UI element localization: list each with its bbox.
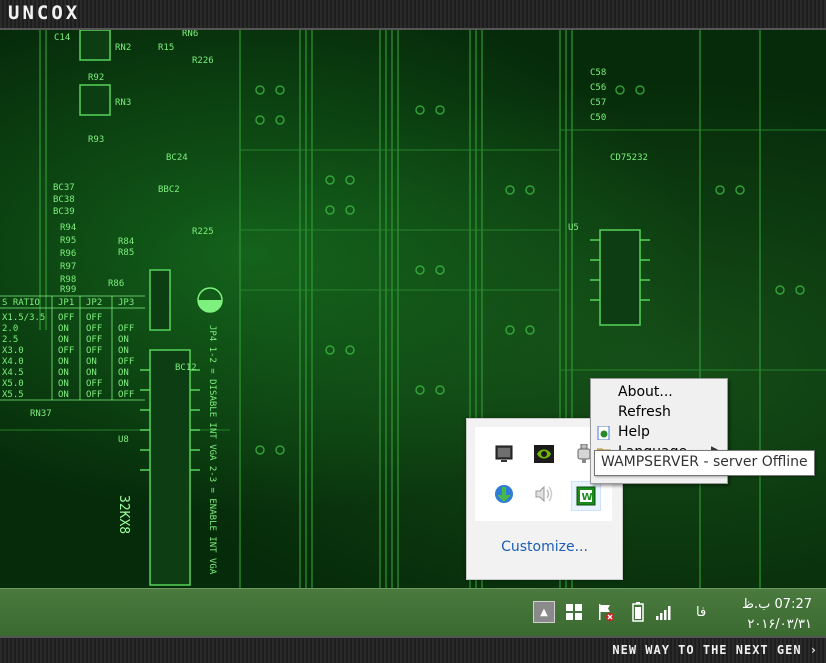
wp-label: R226 [192, 56, 214, 66]
download-manager-icon[interactable] [493, 483, 515, 505]
jumper-table-cell: OFF [86, 390, 102, 400]
wp-label: C56 [590, 83, 606, 93]
jumper-table-cell: ON [58, 368, 69, 378]
wp-label: U5 [568, 223, 579, 233]
jumper-table-cell: ON [86, 357, 97, 367]
wp-label: R99 [60, 285, 76, 295]
wp-label: BC39 [53, 207, 75, 217]
wp-label: C58 [590, 68, 606, 78]
wp-label: R94 [60, 223, 76, 233]
wp-label: R93 [88, 135, 104, 145]
wp-label: BC24 [166, 153, 188, 163]
wp-label: R97 [60, 262, 76, 272]
jumper-table-cell: X5.5 [2, 390, 24, 400]
jumper-table-cell: ON [58, 324, 69, 334]
display-icon[interactable] [493, 443, 515, 465]
jumper-table-cell: OFF [86, 324, 102, 334]
wp-label: R85 [118, 248, 134, 258]
wp-label: R98 [60, 275, 76, 285]
clock-time: 07:27 ب.ظ [742, 597, 812, 612]
jumper-table-cell: X5.0 [2, 379, 24, 389]
jumper-table-header: JP2 [86, 298, 102, 308]
jumper-table-cell: ON [118, 379, 129, 389]
jumper-table-cell: OFF [86, 346, 102, 356]
jumper-table-cell: 2.5 [2, 335, 18, 345]
jumper-table-cell: ON [58, 335, 69, 345]
jumper-table-cell: OFF [86, 313, 102, 323]
jumper-table-header: JP3 [118, 298, 134, 308]
wp-label: BC38 [53, 195, 75, 205]
input-language-indicator[interactable]: فا [696, 605, 706, 620]
battery-icon[interactable] [627, 601, 649, 623]
jumper-table-cell: ON [86, 368, 97, 378]
network-signal-icon[interactable] [653, 601, 675, 623]
help-icon [597, 425, 611, 441]
jumper-table-cell: X4.0 [2, 357, 24, 367]
footer-bar: NEW WAY TO THE NEXT GEN › [0, 636, 826, 663]
wp-label: BBC2 [158, 185, 180, 195]
jumper-table-cell: OFF [58, 313, 74, 323]
menu-item-about[interactable]: About... [618, 384, 673, 400]
wp-chip-label: 32KX8 [116, 495, 131, 534]
circuit-board-graphic: C14 RN2 R15 RN6 R226 R92 RN3 R93 BC24 BB… [0, 30, 826, 588]
chevron-up-icon: ▲ [540, 606, 548, 618]
wp-jp4-note: JP4 1-2 = DISABLE INT VGA 2-3 = ENABLE I… [207, 325, 217, 575]
jumper-table-cell: ON [58, 357, 69, 367]
brand-logo: UNCOX [8, 2, 81, 24]
jumper-table-cell: ON [118, 346, 129, 356]
action-center-flag-icon[interactable] [595, 601, 617, 623]
jumper-table-header: JP1 [58, 298, 74, 308]
footer-slogan: NEW WAY TO THE NEXT GEN › [612, 643, 818, 657]
jumper-table-cell: X3.0 [2, 346, 24, 356]
wp-label: R84 [118, 237, 134, 247]
jumper-table-cell: ON [118, 335, 129, 345]
clock-date: ۲۰۱۶/۰۳/۳۱ [747, 617, 812, 632]
jumper-table-cell: X1.5/3.5 [2, 313, 45, 323]
windows-icon[interactable] [563, 601, 585, 623]
brand-bar: UNCOX [0, 0, 826, 30]
jumper-table-header: S RATIO [2, 298, 40, 308]
wp-label: R225 [192, 227, 214, 237]
jumper-table-cell: 2.0 [2, 324, 18, 334]
jumper-table-cell: OFF [86, 379, 102, 389]
desktop-wallpaper: C14 RN2 R15 RN6 R226 R92 RN3 R93 BC24 BB… [0, 30, 826, 588]
wp-label: C57 [590, 98, 606, 108]
jumper-table-cell: OFF [118, 390, 134, 400]
wp-label: R96 [60, 249, 76, 259]
jumper-table-cell: OFF [118, 324, 134, 334]
wp-label: BC37 [53, 183, 75, 193]
wp-label: BC12 [175, 363, 197, 373]
taskbar: ▲ فا 07:27 ب.ظ ۲۰۱۶/۰۳/۳۱ [0, 588, 826, 637]
wp-label: R86 [108, 279, 124, 289]
wampserver-tooltip: WAMPSERVER - server Offline [594, 450, 815, 476]
menu-item-help[interactable]: Help [618, 424, 650, 440]
customize-link[interactable]: Customize... [467, 539, 622, 555]
wp-label: RN6 [182, 30, 198, 39]
speaker-icon[interactable] [533, 483, 555, 505]
jumper-table-cell: ON [118, 368, 129, 378]
jumper-table-cell: ON [58, 379, 69, 389]
jumper-table-cell: OFF [58, 346, 74, 356]
jumper-table-cell: X4.5 [2, 368, 24, 378]
jumper-table-cell: OFF [118, 357, 134, 367]
wp-label: CD75232 [610, 153, 648, 163]
wp-label: C50 [590, 113, 606, 123]
show-hidden-icons-button[interactable]: ▲ [533, 601, 555, 623]
jumper-table-cell: OFF [86, 335, 102, 345]
menu-item-refresh[interactable]: Refresh [618, 404, 671, 420]
wp-label: RN3 [115, 98, 131, 108]
wp-label: R92 [88, 73, 104, 83]
jumper-table-cell: ON [58, 390, 69, 400]
wp-label: R95 [60, 236, 76, 246]
taskbar-clock[interactable]: 07:27 ب.ظ ۲۰۱۶/۰۳/۳۱ [736, 595, 812, 635]
nvidia-icon[interactable] [533, 443, 555, 465]
svg-text:W: W [582, 492, 593, 503]
wp-label: R15 [158, 43, 174, 53]
wampserver-icon[interactable]: W [571, 481, 601, 511]
wp-label: RN37 [30, 409, 52, 419]
wp-label: RN2 [115, 43, 131, 53]
wp-label: C14 [54, 33, 70, 43]
wp-label: U8 [118, 435, 129, 445]
